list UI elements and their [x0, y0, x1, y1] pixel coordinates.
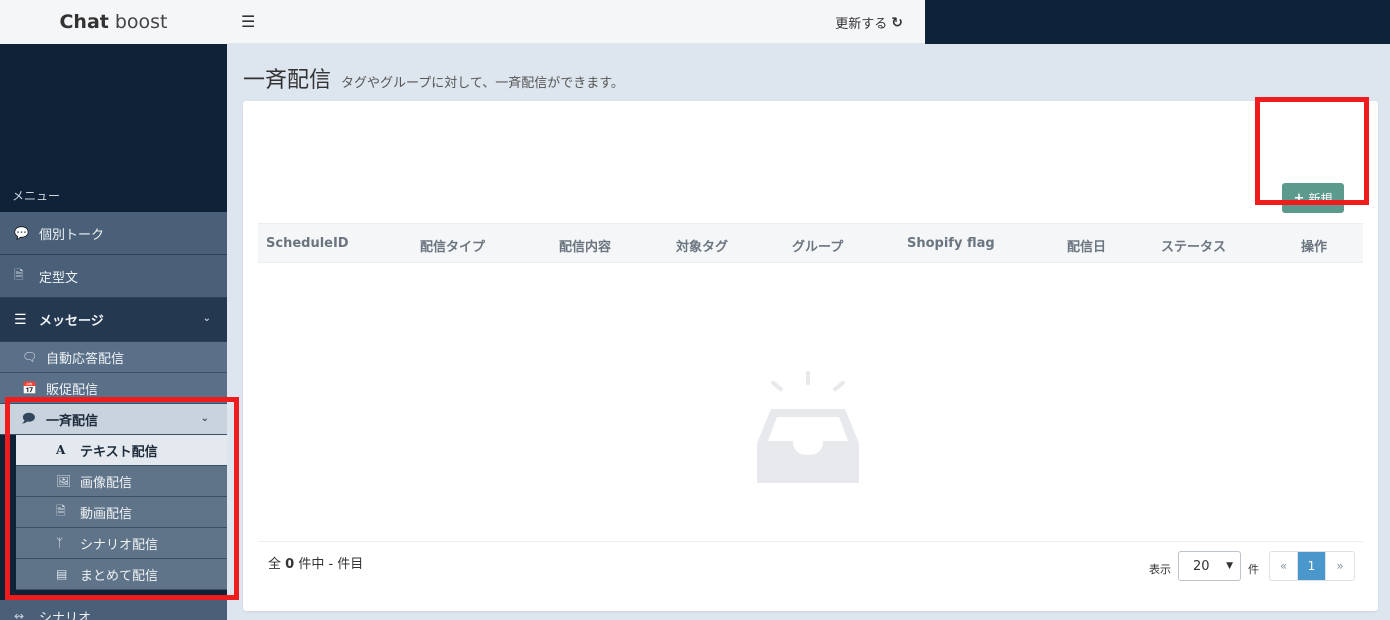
- usb-icon: ↭: [14, 609, 25, 620]
- column-header-group[interactable]: グループ: [792, 236, 843, 255]
- page-size-unit: 件: [1248, 563, 1259, 576]
- total-count: 0: [285, 557, 295, 572]
- sidebar-item-scenario-broadcast[interactable]: ᛉ シナリオ配信: [16, 528, 227, 559]
- sidebar-item-promotion[interactable]: 📅 販促配信: [0, 373, 227, 404]
- sidebar-item-label: 動画配信: [80, 506, 133, 522]
- column-header-delivery-type[interactable]: 配信タイプ: [420, 236, 485, 255]
- brand-name-bold: Chat: [59, 11, 109, 33]
- empty-inbox-icon: [757, 371, 859, 483]
- column-header-delivery-content[interactable]: 配信内容: [559, 236, 611, 255]
- refresh-button[interactable]: 更新する ↻: [835, 13, 903, 33]
- sidebar-item-text-broadcast[interactable]: A テキスト配信: [16, 435, 227, 466]
- brand-name-light: boost: [114, 11, 168, 33]
- sidebar-item-message[interactable]: ☰ メッセージ ⌄: [0, 298, 227, 342]
- column-header-actions: 操作: [1301, 240, 1328, 255]
- page-header: 一斉配信 タグやグループに対して、一斉配信ができます。: [243, 62, 624, 94]
- calendar-icon: 📅: [22, 381, 37, 395]
- sidebar-item-label: シナリオ配信: [80, 537, 159, 553]
- page-subtitle: タグやグループに対して、一斉配信ができます。: [341, 76, 624, 91]
- sidebar-item-scenario[interactable]: ↭ シナリオ: [0, 600, 227, 620]
- column-header-status[interactable]: ステータス: [1161, 236, 1226, 255]
- speech-bubble-icon: 💬: [14, 226, 29, 240]
- chevron-down-icon: ▼: [1226, 561, 1233, 571]
- top-bar-dark-area: [925, 0, 1390, 44]
- sidebar-item-label: 販促配信: [46, 382, 99, 398]
- sidebar-item-broadcast[interactable]: 🗩 一斉配信 ⌄: [0, 404, 227, 435]
- stack-icon: ▤: [56, 567, 68, 581]
- column-header-schedule-id[interactable]: ScheduleID: [266, 236, 349, 251]
- video-file-icon: 🗎: [56, 503, 66, 518]
- document-icon: 🗎: [14, 267, 24, 282]
- sidebar-item-individual-talk[interactable]: 💬 個別トーク: [0, 212, 227, 255]
- page-title: 一斉配信: [243, 68, 332, 93]
- sidebar-item-label: まとめて配信: [80, 568, 159, 584]
- sidebar-item-label: 個別トーク: [39, 227, 105, 243]
- page-size-select[interactable]: 20 ▼: [1178, 551, 1241, 581]
- pagination-prev[interactable]: «: [1270, 552, 1298, 580]
- total-count-text: 全 0 件中 - 件目: [268, 553, 363, 572]
- sidebar: メニュー 💬 個別トーク 🗎 定型文 ☰ メッセージ ⌄ 🗨 自動応答配信 📅 …: [0, 44, 227, 620]
- sidebar-item-video-broadcast[interactable]: 🗎 動画配信: [16, 497, 227, 528]
- sidebar-nav: 💬 個別トーク 🗎 定型文 ☰ メッセージ ⌄ 🗨 自動応答配信 📅 販促配信 …: [0, 212, 227, 590]
- sidebar-item-label: テキスト配信: [80, 444, 158, 460]
- chevron-down-icon: ⌄: [202, 313, 211, 324]
- sidebar-item-label: メッセージ: [39, 314, 104, 329]
- refresh-icon: ↻: [891, 14, 903, 31]
- branch-icon: ᛉ: [56, 536, 64, 550]
- refresh-label: 更新する: [835, 17, 888, 32]
- sidebar-item-label: シナリオ: [39, 610, 92, 620]
- top-bar-main: ☰ 更新する ↻: [227, 0, 925, 44]
- column-header-delivery-date[interactable]: 配信日: [1067, 236, 1106, 255]
- sidebar-item-image-broadcast[interactable]: 🖼 画像配信: [16, 466, 227, 497]
- sidebar-item-label: 定型文: [39, 270, 79, 286]
- column-header-shopify-flag[interactable]: Shopify flag: [907, 236, 995, 251]
- new-button-label: 新規: [1308, 191, 1333, 206]
- sidebar-item-label: 自動応答配信: [46, 351, 125, 367]
- sidebar-item-bulk-broadcast[interactable]: ▤ まとめて配信: [16, 559, 227, 590]
- pagination: « 1 »: [1269, 551, 1355, 581]
- main-content: 一斉配信 タグやグループに対して、一斉配信ができます。 + 新規 Schedul…: [227, 44, 1390, 620]
- total-suffix: 件中 - 件目: [298, 557, 364, 572]
- pagination-page-1[interactable]: 1: [1298, 552, 1326, 580]
- column-header-target-tag[interactable]: 対象タグ: [676, 236, 728, 255]
- broadcast-card: + 新規 ScheduleID 配信タイプ 配信内容 対象タグ グループ Sho…: [243, 101, 1378, 611]
- comments-icon: 🗩: [22, 410, 36, 425]
- sidebar-item-label: 一斉配信: [46, 413, 99, 429]
- text-icon: A: [56, 443, 66, 457]
- table-footer-divider: [258, 541, 1363, 542]
- sidebar-item-templates[interactable]: 🗎 定型文: [0, 255, 227, 298]
- hamburger-icon[interactable]: ☰: [241, 12, 255, 31]
- chevron-down-icon: ⌄: [200, 413, 209, 424]
- plus-icon: +: [1293, 190, 1305, 206]
- sidebar-item-label: 画像配信: [80, 475, 133, 491]
- new-button[interactable]: + 新規: [1282, 183, 1344, 213]
- sidebar-menu-label: メニュー: [12, 189, 61, 203]
- brand-logo[interactable]: Chat boost: [0, 0, 227, 44]
- list-icon: ☰: [14, 311, 27, 328]
- top-bar: Chat boost ☰ 更新する ↻: [0, 0, 1390, 44]
- page-size-label: 表示: [1149, 563, 1171, 576]
- sidebar-item-auto-reply[interactable]: 🗨 自動応答配信: [0, 342, 227, 373]
- chat-bubble-icon: 🗨: [22, 350, 38, 364]
- image-icon: 🖼: [56, 474, 72, 488]
- table-header: ScheduleID 配信タイプ 配信内容 対象タグ グループ Shopify …: [258, 223, 1363, 263]
- page-size-value: 20: [1193, 558, 1210, 574]
- total-prefix: 全: [268, 557, 282, 572]
- pagination-next[interactable]: »: [1326, 552, 1354, 580]
